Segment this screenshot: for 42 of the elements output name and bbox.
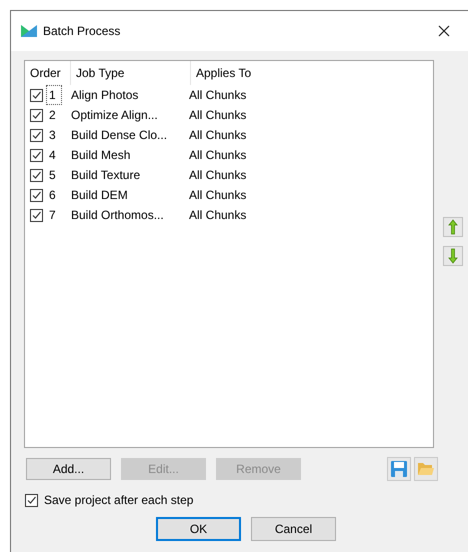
dialog-button[interactable]: OK	[156, 517, 241, 541]
order-cell-text: 4	[48, 147, 57, 164]
order-cell-text: 3	[48, 127, 57, 144]
applies-to-cell-text: All Chunks	[189, 167, 246, 184]
move-up-button[interactable]	[443, 217, 463, 237]
row-checkbox[interactable]	[30, 148, 43, 162]
applies-to-cell-text: All Chunks	[189, 127, 246, 144]
row-checkbox[interactable]	[30, 168, 43, 182]
order-cell-text: 6	[48, 187, 57, 204]
app-logo-icon	[21, 25, 37, 37]
row-checkbox[interactable]	[30, 128, 43, 142]
applies-to-cell-text: All Chunks	[189, 87, 246, 104]
job-type-cell-text: Build DEM	[71, 187, 129, 204]
order-cell-text: 5	[48, 167, 57, 184]
row-checkbox[interactable]	[30, 208, 43, 222]
job-type-cell-text: Align Photos	[71, 87, 140, 104]
save-project-label: Save project after each step	[44, 492, 194, 509]
applies-to-cell-text: All Chunks	[189, 207, 246, 224]
order-cell-text: 2	[48, 107, 57, 124]
column-header[interactable]: Applies To	[191, 61, 291, 85]
order-cell-text: 7	[48, 207, 57, 224]
close-icon[interactable]	[438, 25, 450, 37]
save-project-checkbox[interactable]	[25, 494, 38, 506]
window-title: Batch Process	[43, 23, 120, 40]
job-type-cell-text: Build Dense Clo...	[71, 127, 168, 144]
dialog-button[interactable]: Cancel	[251, 517, 336, 541]
applies-to-cell-text: All Chunks	[189, 187, 246, 204]
order-cell: 1	[47, 86, 61, 104]
job-type-cell-text: Optimize Align...	[71, 107, 159, 124]
job-type-cell-text: Build Mesh	[71, 147, 132, 164]
applies-to-cell-text: All Chunks	[189, 147, 246, 164]
row-checkbox[interactable]	[30, 88, 43, 102]
column-header[interactable]: Order	[25, 61, 71, 85]
save-icon[interactable]	[387, 457, 411, 481]
row-checkbox[interactable]	[30, 188, 43, 202]
move-down-button[interactable]	[443, 246, 463, 266]
job-type-cell-text: Build Orthomos...	[71, 207, 165, 224]
column-header[interactable]: Job Type	[71, 61, 191, 85]
applies-to-cell-text: All Chunks	[189, 107, 246, 124]
action-button[interactable]: Add...	[26, 458, 111, 480]
row-checkbox[interactable]	[30, 108, 43, 122]
job-type-cell-text: Build Texture	[71, 167, 142, 184]
